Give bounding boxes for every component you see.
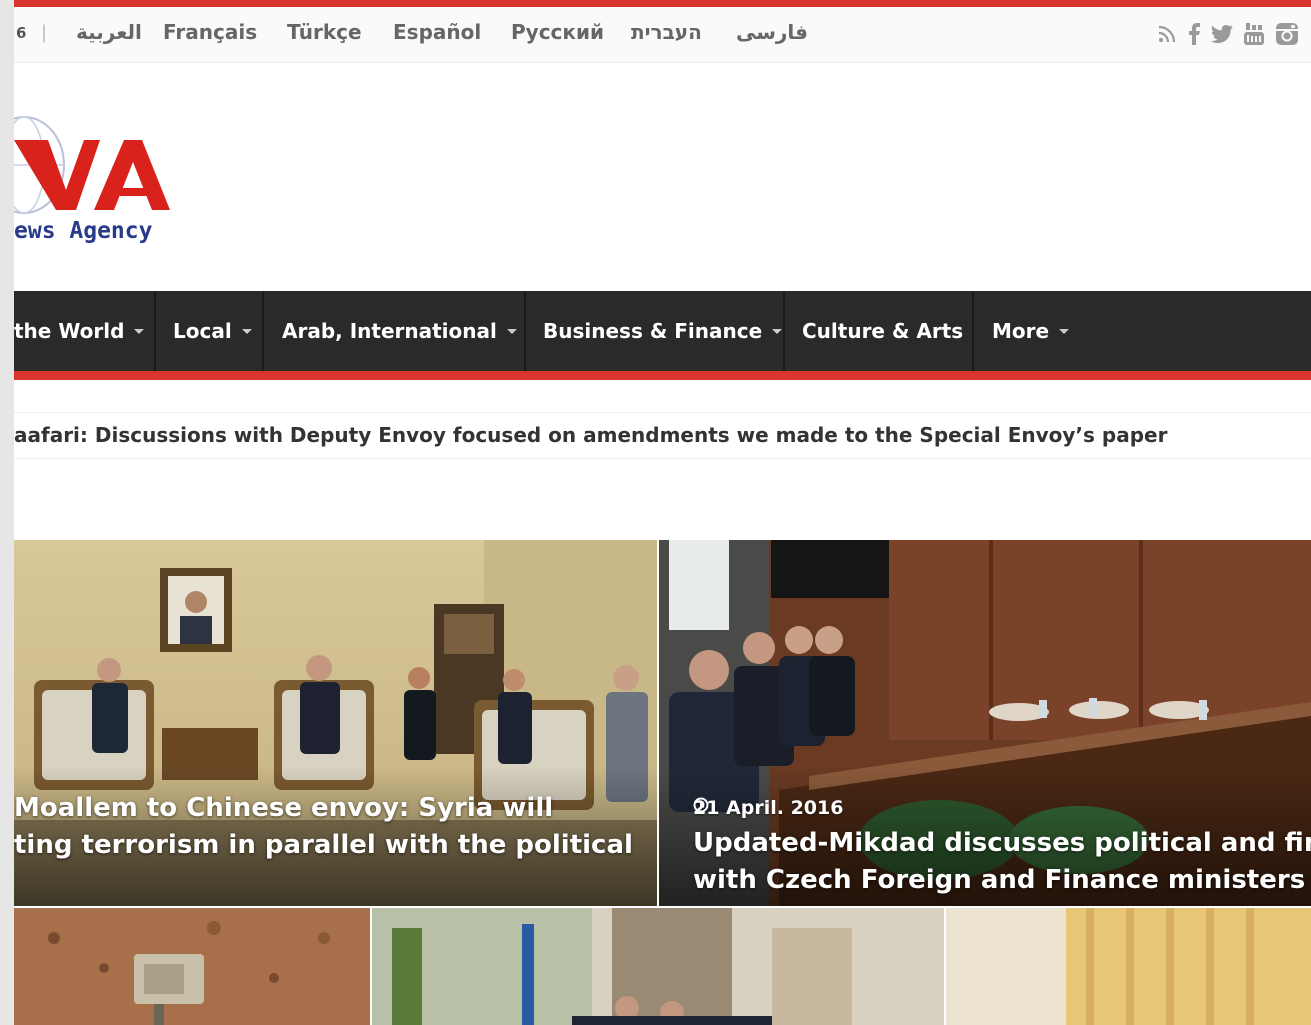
story-date: 21 April. 2016: [693, 797, 843, 819]
nav-item-business-finance[interactable]: Business & Finance: [543, 291, 783, 371]
breaking-news-ticker: aafari: Discussions with Deputy Envoy fo…: [14, 412, 1311, 459]
logo-globe-icon: [0, 116, 170, 214]
lang-russian[interactable]: Русский: [511, 20, 604, 44]
featured-headline-2-line1[interactable]: Updated-Mikdad discusses political and f…: [693, 825, 1311, 862]
nav-divider: [154, 291, 156, 371]
nav-accent-bar: [14, 371, 1311, 380]
caret-down-icon: [241, 328, 252, 334]
nav-item-label: Local: [173, 319, 232, 343]
lang-hebrew[interactable]: העברית: [631, 20, 702, 44]
top-accent-line: [14, 0, 1311, 7]
nav-item-culture-arts[interactable]: Culture & Arts: [802, 291, 963, 371]
nav-item-arab-international[interactable]: Arab, International: [282, 291, 517, 371]
lang-farsi[interactable]: فارسی: [736, 20, 808, 44]
date-separator: |: [41, 22, 48, 43]
ticker-headline[interactable]: aafari: Discussions with Deputy Envoy fo…: [14, 423, 1167, 447]
twitter-icon[interactable]: [1211, 25, 1233, 43]
caret-down-icon: [772, 328, 783, 334]
logo-subtext: ews Agency: [14, 218, 153, 244]
main-nav: the World Local Arab, International Busi…: [14, 291, 1311, 371]
lang-arabic[interactable]: العربية: [76, 20, 142, 44]
lang-turkish[interactable]: Türkçe: [287, 20, 362, 44]
instagram-icon[interactable]: [1275, 22, 1299, 46]
story-image-rocky-terrain: [14, 908, 370, 1025]
nav-item-label: Culture & Arts: [802, 319, 964, 343]
story-tile-3[interactable]: [14, 908, 370, 1025]
caret-down-icon: [506, 328, 517, 334]
featured-headline-1-line1[interactable]: Moallem to Chinese envoy: Syria will: [14, 790, 553, 827]
nav-item-label: Arab, International: [282, 319, 497, 343]
top-bar: 6 | العربية Français Türkçe Español Русс…: [14, 0, 1311, 63]
rss-icon[interactable]: [1157, 24, 1177, 44]
featured-story-1[interactable]: Moallem to Chinese envoy: Syria will tin…: [14, 540, 657, 906]
story-image-conference-hall: [372, 908, 944, 1025]
nav-item-local[interactable]: Local: [173, 291, 252, 371]
caret-down-icon: [1059, 328, 1070, 334]
window-left-edge: [0, 0, 14, 1025]
featured-headline-2-line2[interactable]: with Czech Foreign and Finance ministers: [693, 862, 1305, 899]
nav-item-label: the World: [14, 319, 125, 343]
story-tile-5[interactable]: [946, 908, 1311, 1025]
story-image-curtained-room: [946, 908, 1311, 1025]
nav-divider: [972, 291, 974, 371]
story-tile-4[interactable]: [372, 908, 944, 1025]
youtube-icon[interactable]: [1243, 22, 1265, 46]
nav-item-more[interactable]: More: [992, 291, 1070, 371]
nav-item-label: Business & Finance: [543, 319, 763, 343]
featured-story-2[interactable]: 21 April. 2016 Updated-Mikdad discusses …: [659, 540, 1311, 906]
featured-headline-1-line2[interactable]: ting terrorism in parallel with the poli…: [14, 827, 633, 864]
caret-down-icon: [134, 328, 145, 334]
nav-divider: [524, 291, 526, 371]
facebook-icon[interactable]: [1187, 23, 1201, 45]
nav-divider: [262, 291, 264, 371]
nav-item-the-world[interactable]: the World: [14, 291, 145, 371]
lang-spanish[interactable]: Español: [393, 20, 481, 44]
story-date-text: 21 April. 2016: [693, 797, 844, 819]
social-icons: [1157, 20, 1299, 48]
clock-icon: [693, 797, 709, 813]
nav-item-label: More: [992, 319, 1050, 343]
site-logo[interactable]: ews Agency: [0, 110, 170, 250]
lang-french[interactable]: Français: [163, 20, 257, 44]
date-fragment: 6: [16, 24, 27, 42]
nav-divider: [783, 291, 785, 371]
